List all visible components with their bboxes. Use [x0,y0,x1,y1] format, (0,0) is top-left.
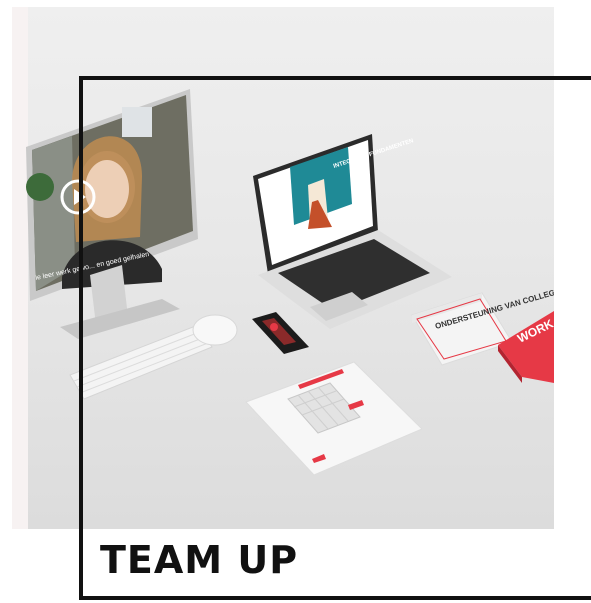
page-title: TEAM UP [100,538,299,582]
title-frame [79,76,591,600]
